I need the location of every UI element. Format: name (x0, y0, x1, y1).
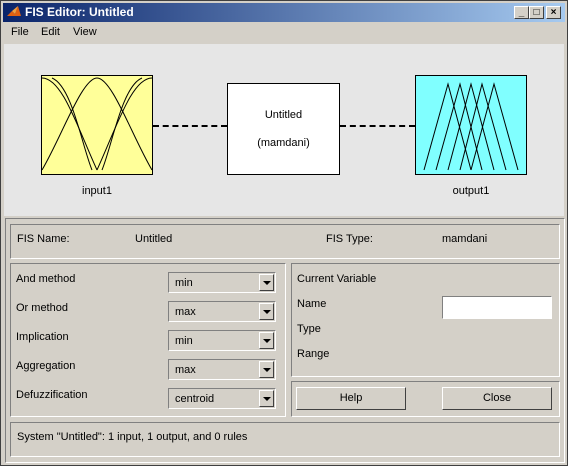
matlab-icon (7, 6, 21, 16)
fis-info-panel: FIS Name: Untitled FIS Type: mamdani (10, 224, 560, 259)
title-bar: FIS Editor: Untitled _ □ × (3, 3, 565, 22)
and-method-label: And method (16, 273, 76, 285)
fis-type-value: mamdani (442, 233, 488, 245)
close-button[interactable]: Close (442, 387, 552, 410)
implication-select[interactable]: min (168, 330, 276, 351)
and-method-select[interactable]: min (168, 272, 276, 293)
output-connector (340, 125, 415, 127)
system-box[interactable]: Untitled (mamdani) (227, 83, 340, 175)
input-variable-box[interactable] (41, 75, 153, 175)
and-method-value: min (175, 277, 193, 289)
fis-diagram: input1 Untitled (mamdani) output1 (4, 44, 564, 216)
maximize-button[interactable]: □ (529, 6, 544, 19)
chevron-down-icon[interactable] (259, 303, 274, 320)
or-method-select[interactable]: max (168, 301, 276, 322)
output-variable-box[interactable] (415, 75, 527, 175)
minimize-button[interactable]: _ (514, 6, 529, 19)
variable-type-label: Type (297, 323, 321, 335)
chevron-down-icon[interactable] (259, 332, 274, 349)
current-variable-panel: Current Variable Name Type Range (291, 263, 560, 377)
fis-type-label: FIS Type: (326, 233, 373, 245)
or-method-label: Or method (16, 302, 68, 314)
fis-name-label: FIS Name: (17, 233, 70, 245)
menu-edit[interactable]: Edit (41, 26, 60, 38)
maximize-icon: □ (533, 7, 540, 18)
status-text: System "Untitled": 1 input, 1 output, an… (17, 431, 248, 443)
minimize-icon: _ (518, 7, 525, 18)
help-button[interactable]: Help (296, 387, 406, 410)
close-icon: × (550, 7, 557, 18)
buttons-panel: Help Close (291, 381, 560, 417)
chevron-down-icon[interactable] (259, 390, 274, 407)
aggregation-value: max (175, 364, 196, 376)
output-label: output1 (452, 185, 490, 197)
menu-file[interactable]: File (11, 26, 29, 38)
current-variable-title: Current Variable (297, 273, 377, 285)
methods-panel: And method min Or method max Implication… (10, 263, 286, 417)
status-bar: System "Untitled": 1 input, 1 output, an… (10, 422, 560, 457)
window-title: FIS Editor: Untitled (25, 5, 134, 19)
system-type: (mamdani) (257, 137, 310, 149)
variable-name-field[interactable] (442, 296, 552, 319)
input-membership-plot (41, 77, 153, 171)
system-name: Untitled (264, 109, 303, 121)
aggregation-select[interactable]: max (168, 359, 276, 380)
chevron-down-icon[interactable] (259, 361, 274, 378)
defuzzification-value: centroid (175, 393, 215, 405)
or-method-value: max (175, 306, 196, 318)
defuzzification-label: Defuzzification (16, 389, 88, 401)
fis-name-value: Untitled (135, 233, 173, 245)
menu-view[interactable]: View (73, 26, 97, 38)
variable-name-label: Name (297, 298, 327, 310)
fis-editor-window: FIS Editor: Untitled _ □ × File Edit Vie… (0, 0, 568, 466)
close-window-button[interactable]: × (546, 6, 561, 19)
defuzzification-select[interactable]: centroid (168, 388, 276, 409)
input-connector (153, 125, 227, 127)
chevron-down-icon[interactable] (259, 274, 274, 291)
menu-bar: File Edit View (3, 23, 565, 43)
output-membership-plot (423, 82, 519, 171)
variable-range-label: Range (297, 348, 330, 360)
implication-label: Implication (16, 331, 69, 343)
aggregation-label: Aggregation (16, 360, 76, 372)
input-label: input1 (82, 185, 112, 197)
implication-value: min (175, 335, 193, 347)
